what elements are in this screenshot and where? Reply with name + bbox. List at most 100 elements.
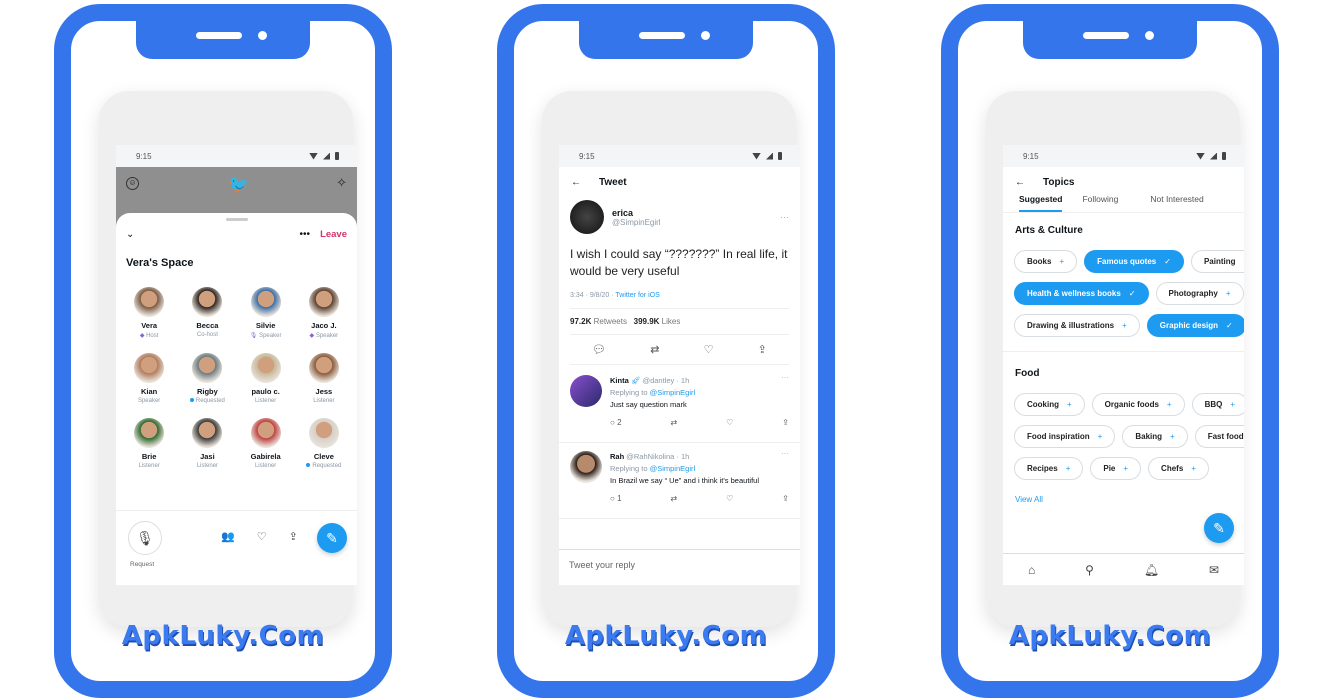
topic-chip[interactable]: Baking + xyxy=(1122,425,1188,448)
microphone-icon[interactable]: 🎙 xyxy=(128,521,162,555)
more-button[interactable]: ••• xyxy=(300,229,311,240)
topic-chip[interactable]: BBQ + xyxy=(1191,393,1244,416)
topic-chip[interactable]: Recipes + xyxy=(1014,457,1084,480)
topic-chip[interactable]: Books + xyxy=(1014,250,1078,273)
avatar[interactable] xyxy=(250,287,281,317)
avatar[interactable] xyxy=(570,375,602,407)
topic-chip[interactable]: Food inspiration + xyxy=(1014,425,1116,448)
mention-link[interactable]: @SimpinEgirl xyxy=(650,464,696,473)
avatar[interactable] xyxy=(134,287,165,317)
compose-tweet-button[interactable]: ✎ xyxy=(317,523,347,553)
reply-author[interactable]: Rah xyxy=(610,452,624,461)
avatar[interactable] xyxy=(192,353,223,383)
heart-plus-icon[interactable]: ♡ xyxy=(257,530,267,543)
author-name[interactable]: erica xyxy=(612,208,661,218)
leave-button[interactable]: Leave xyxy=(320,229,347,240)
signal-icon xyxy=(1210,152,1217,160)
participant[interactable]: Vera ◆ Host xyxy=(120,287,178,339)
like-icon[interactable]: ♡ xyxy=(704,343,714,356)
avatar[interactable] xyxy=(250,353,281,383)
topic-chip[interactable]: Health & wellness books ✓ xyxy=(1014,282,1149,305)
plus-icon: + xyxy=(1059,257,1065,266)
avatar[interactable] xyxy=(308,353,339,383)
avatar[interactable] xyxy=(192,418,223,448)
retweet-icon[interactable]: ⇄ xyxy=(670,493,677,505)
avatar[interactable] xyxy=(308,418,339,448)
search-icon[interactable]: ⚲ xyxy=(1085,563,1094,577)
participant[interactable]: Becca Co-host xyxy=(178,287,236,339)
back-arrow-icon[interactable]: ← xyxy=(571,177,581,188)
participant[interactable]: Jaco J. ◆ Speaker xyxy=(295,287,353,339)
phone-notch xyxy=(1023,19,1197,59)
reply-icon[interactable]: 💬︎ xyxy=(592,343,606,356)
account-icon[interactable]: ☺ xyxy=(126,177,139,190)
participant-name: Kian xyxy=(140,387,158,396)
share-icon[interactable]: ⇪ xyxy=(758,343,767,356)
avatar[interactable] xyxy=(308,287,339,317)
retweet-icon[interactable]: ⇄ xyxy=(650,343,659,356)
like-count[interactable]: 399.9K xyxy=(634,317,660,326)
reply-icon[interactable]: ○ 1 xyxy=(610,493,622,505)
reply-item[interactable]: Rah @RahNikolina · 1h Replying to @Simpi… xyxy=(559,443,800,519)
share-icon[interactable]: ⇪ xyxy=(289,530,298,543)
notifications-icon[interactable]: 🔔︎ xyxy=(1144,563,1159,577)
tab-following[interactable]: Following xyxy=(1082,192,1118,212)
retweet-icon[interactable]: ⇄ xyxy=(670,417,677,429)
share-icon[interactable]: ⇪ xyxy=(782,493,789,505)
topic-chip[interactable]: Famous quotes ✓ xyxy=(1084,250,1184,273)
more-icon[interactable]: ··· xyxy=(781,449,789,458)
retweet-count[interactable]: 97.2K xyxy=(570,317,591,326)
topic-chip[interactable]: Drawing & illustrations + xyxy=(1014,314,1140,337)
plus-icon: + xyxy=(1230,400,1236,409)
home-icon[interactable]: ⌂ xyxy=(1028,563,1035,577)
participant[interactable]: Jasi Listener xyxy=(178,418,236,469)
tweet-source[interactable]: Twitter for iOS xyxy=(615,292,659,299)
participant[interactable]: Silvie 🎙︎ Speaker xyxy=(237,287,295,339)
avatar[interactable] xyxy=(250,418,281,448)
messages-icon[interactable]: ✉ xyxy=(1209,563,1219,577)
participant[interactable]: Cleve Requested xyxy=(295,418,353,469)
sparkle-icon[interactable]: ✧ xyxy=(336,175,347,191)
chevron-down-icon[interactable]: ⌄ xyxy=(126,229,134,240)
avatar[interactable] xyxy=(134,418,165,448)
participant[interactable]: paulo c. Listener xyxy=(237,353,295,404)
reply-icon[interactable]: ○ 2 xyxy=(610,417,622,429)
topic-chip[interactable]: Photography + xyxy=(1155,282,1244,305)
request-label: Request xyxy=(130,561,155,568)
participant[interactable]: Jess Listener xyxy=(295,353,353,404)
participant[interactable]: Gabirela Listener xyxy=(237,418,295,469)
topic-chip[interactable]: Organic foods + xyxy=(1091,393,1185,416)
topic-chip[interactable]: Fast food+ xyxy=(1194,425,1244,448)
avatar[interactable] xyxy=(192,287,223,317)
compose-tweet-button[interactable]: ✎ xyxy=(1204,513,1234,543)
device: 9:15 ← Tweet erica @SimpinEgirl ··· I wi… xyxy=(542,91,800,627)
view-all-link[interactable]: View All xyxy=(1003,489,1244,510)
like-icon[interactable]: ♡ xyxy=(726,417,733,429)
tab-suggested[interactable]: Suggested xyxy=(1019,192,1063,212)
like-icon[interactable]: ♡ xyxy=(726,493,733,505)
participant[interactable]: Rigby Requested xyxy=(178,353,236,404)
back-arrow-icon[interactable]: ← xyxy=(1015,177,1025,188)
avatar[interactable] xyxy=(570,200,604,234)
topic-chip[interactable]: Pie + xyxy=(1090,457,1142,480)
reply-author[interactable]: Kinta xyxy=(610,376,629,385)
topic-chip[interactable]: Chefs + xyxy=(1148,457,1209,480)
mention-link[interactable]: @SimpinEgirl xyxy=(650,388,696,397)
more-icon[interactable]: ··· xyxy=(780,212,789,222)
participant[interactable]: Kian Speaker xyxy=(120,353,178,404)
share-icon[interactable]: ⇪ xyxy=(782,417,789,429)
author-handle[interactable]: @SimpinEgirl xyxy=(612,218,661,227)
more-icon[interactable]: ··· xyxy=(781,373,789,382)
topic-chip[interactable]: Cooking + xyxy=(1014,393,1085,416)
topic-chip[interactable]: Painting+ xyxy=(1190,250,1244,273)
avatar[interactable] xyxy=(570,451,602,483)
tab-not-interested[interactable]: Not Interested xyxy=(1150,192,1203,212)
reply-item[interactable]: Kinta 🚀︎ @dantley · 1h Replying to @Simp… xyxy=(559,367,800,443)
participant-role: Requested xyxy=(295,463,353,469)
people-icon[interactable]: 👥 xyxy=(221,530,235,543)
avatar[interactable] xyxy=(134,353,165,383)
topic-chip[interactable]: Graphic design ✓ xyxy=(1146,314,1244,337)
reply-text: In Brazil we say “ Ue” and i think it's … xyxy=(610,476,759,485)
reply-input[interactable]: Tweet your reply xyxy=(559,549,800,585)
participant[interactable]: Brie Listener xyxy=(120,418,178,469)
